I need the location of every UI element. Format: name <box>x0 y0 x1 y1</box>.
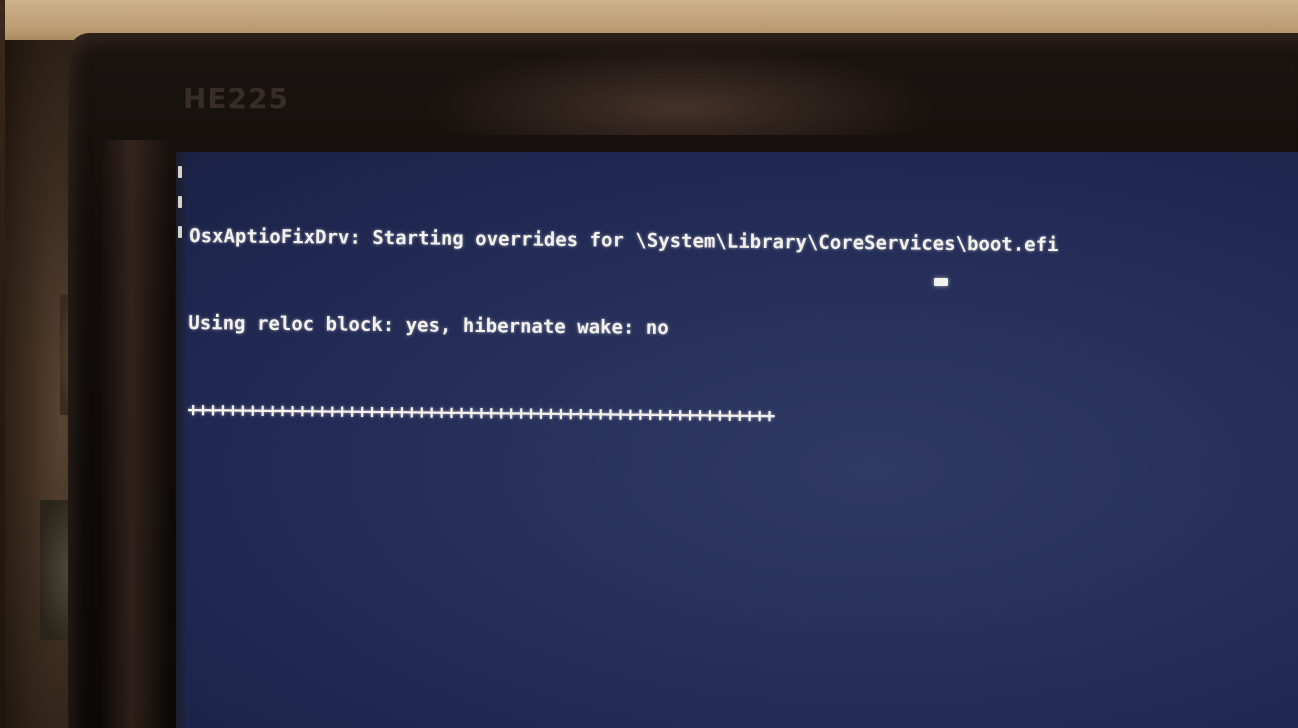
console-line: Using reloc block: yes, hibernate wake: … <box>188 311 669 340</box>
screen-mark <box>178 226 182 238</box>
screen-mark <box>178 166 182 178</box>
photo: HE225 OsxAptioFixDrv: Starting overrides… <box>0 0 1298 728</box>
monitor-screen: OsxAptioFixDrv: Starting overrides for \… <box>176 152 1298 728</box>
text-cursor <box>934 278 948 286</box>
console-line: OsxAptioFixDrv: Starting overrides for \… <box>189 224 1059 257</box>
console-progress-line: ++++++++++++++++++++++++++++++++++++++++… <box>187 398 774 428</box>
bezel-reflection <box>420 45 940 135</box>
bezel-reflection <box>100 140 170 728</box>
screen-left-marks <box>176 152 184 292</box>
screen-mark <box>178 196 182 208</box>
monitor-brand-label: HE225 <box>183 82 290 115</box>
boot-console: OsxAptioFixDrv: Starting overrides for \… <box>187 164 1060 492</box>
